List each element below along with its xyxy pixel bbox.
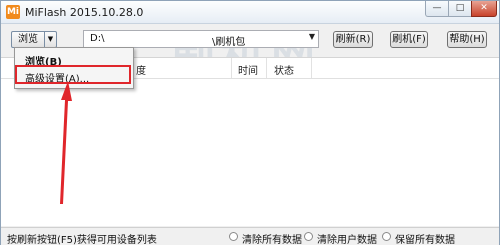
minimize-button[interactable]: — <box>425 1 449 17</box>
status-bar: 按刷新按钮(F5)获得可用设备列表 清除所有数据 清除用户数据 保留所有数据 <box>1 227 499 246</box>
rom-path-prefix: D:\ <box>90 33 105 44</box>
help-button[interactable]: 帮助(H) <box>447 31 487 48</box>
rom-path-folder: \刷机包 <box>212 37 246 48</box>
radio-label-clear-all-data: 清除所有数据 <box>242 235 302 246</box>
maximize-button[interactable]: □ <box>448 1 472 17</box>
column-separator <box>311 58 312 78</box>
radio-label-clear-user-data: 清除用户数据 <box>317 235 377 246</box>
column-time[interactable]: 时间 <box>238 62 258 77</box>
chevron-down-icon[interactable]: ▼ <box>309 32 315 41</box>
title-bar: Mi MiFlash 2015.10.28.0 — □ ✕ <box>1 1 499 24</box>
browse-dropdown-button[interactable]: ▼ <box>44 31 57 48</box>
radio-keep-all-data[interactable] <box>382 232 391 241</box>
miflash-window: Mi MiFlash 2015.10.28.0 — □ ✕ 刷机网 ShuaJi… <box>0 0 500 246</box>
status-message: 按刷新按钮(F5)获得可用设备列表 <box>7 235 157 246</box>
window-title: MiFlash 2015.10.28.0 <box>25 6 144 19</box>
radio-clear-user-data[interactable] <box>304 232 313 241</box>
refresh-button[interactable]: 刷新(R) <box>333 31 373 48</box>
column-separator <box>266 58 267 78</box>
chevron-down-icon: ▼ <box>47 35 54 43</box>
annotation-highlight-box <box>15 65 131 84</box>
radio-label-keep-all-data: 保留所有数据 <box>395 235 455 246</box>
browse-button[interactable]: 浏览(B) <box>11 31 45 60</box>
close-button[interactable]: ✕ <box>471 1 497 17</box>
column-separator <box>231 58 232 78</box>
rom-path-combobox[interactable]: D:\ \刷机包 ▼ <box>83 30 319 48</box>
column-status[interactable]: 状态 <box>274 62 294 77</box>
column-progress[interactable]: 度 <box>136 62 146 77</box>
flash-button[interactable]: 刷机(F) <box>390 31 428 48</box>
radio-clear-all-data[interactable] <box>229 232 238 241</box>
miflash-app-icon: Mi <box>6 5 20 19</box>
